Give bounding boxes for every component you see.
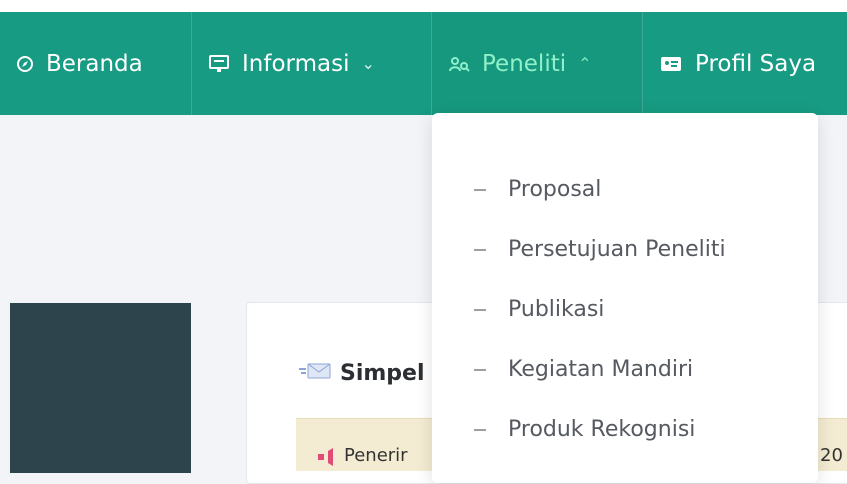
dash-icon [474,428,486,431]
nav-label-beranda: Beranda [46,50,143,77]
dropdown-item-label: Proposal [508,177,602,202]
id-card-icon [659,55,683,73]
dropdown-item-proposal[interactable]: Proposal [474,177,601,202]
dropdown-item-label: Produk Rekognisi [508,417,696,442]
dash-icon [474,248,486,251]
nav-item-informasi[interactable]: Informasi ⌄ [192,12,432,115]
notice-right-text: 20 [820,445,843,466]
dash-icon [474,368,486,371]
left-dark-card [10,303,191,473]
compass-icon [16,55,34,73]
peneliti-dropdown-menu: Proposal Persetujuan Peneliti Publikasi … [432,113,818,483]
monitor-icon [208,54,230,74]
dropdown-item-produk-rekognisi[interactable]: Produk Rekognisi [474,417,695,442]
dash-icon [474,308,486,311]
chevron-down-icon: ⌄ [361,54,375,73]
top-strip [0,0,847,12]
dropdown-item-label: Publikasi [508,297,605,322]
user-search-icon [448,55,470,73]
dropdown-item-publikasi[interactable]: Publikasi [474,297,604,322]
notice-text: Penerir [344,445,408,466]
dropdown-item-label: Kegiatan Mandiri [508,357,694,382]
nav-label-peneliti: Peneliti [482,50,567,77]
chevron-up-icon: ⌃ [578,54,592,73]
panel-title-text: Simpel [340,360,425,386]
dash-icon [474,188,486,191]
main-navbar: Beranda Informasi ⌄ Peneliti ⌃ Profil Sa… [0,12,847,115]
nav-label-informasi: Informasi [242,50,350,77]
nav-item-beranda[interactable]: Beranda [0,12,192,115]
dropdown-item-label: Persetujuan Peneliti [508,237,726,262]
mail-icon [298,360,332,386]
dropdown-item-persetujuan-peneliti[interactable]: Persetujuan Peneliti [474,237,726,262]
megaphone-icon [316,448,338,470]
nav-label-profil-saya: Profil Saya [695,50,817,77]
dropdown-item-kegiatan-mandiri[interactable]: Kegiatan Mandiri [474,357,693,382]
panel-title: Simpel [298,360,425,386]
nav-item-profil-saya[interactable]: Profil Saya [643,12,847,115]
nav-item-peneliti[interactable]: Peneliti ⌃ [432,12,643,115]
